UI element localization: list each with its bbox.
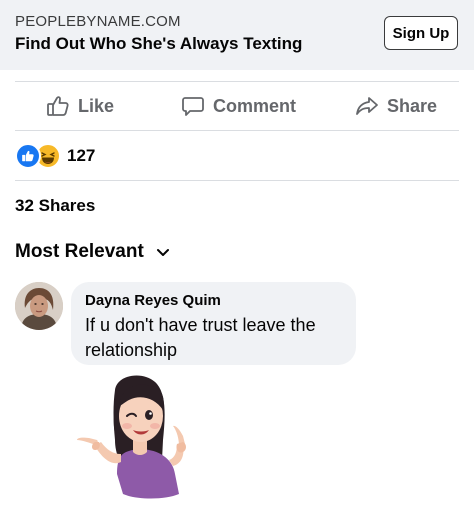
link-headline[interactable]: Find Out Who She's Always Texting [15, 34, 302, 54]
link-preview[interactable]: PEOPLEBYNAME.COM Find Out Who She's Alwa… [0, 0, 474, 70]
comment-sort-dropdown[interactable]: Most Relevant [15, 241, 170, 263]
like-reaction-icon [15, 143, 41, 169]
comment-bubble[interactable]: Dayna Reyes Quim If u don't have trust l… [71, 282, 356, 365]
comment-label: Comment [213, 95, 297, 116]
comment-text-line: If u don't have trust leave the [85, 315, 316, 335]
comment-text-line: relationship [85, 340, 178, 360]
thumbs-up-icon [47, 96, 69, 116]
comment-author[interactable]: Dayna Reyes Quim [85, 292, 342, 309]
post-action-bar: Like Comment Share [0, 82, 474, 130]
avatar[interactable] [15, 282, 63, 330]
comment-button[interactable]: Comment [181, 82, 296, 130]
divider [15, 180, 459, 181]
woman-pointing-sticker[interactable] [75, 370, 205, 502]
chevron-down-icon [156, 248, 169, 256]
comment-icon [182, 97, 204, 116]
share-label: Share [387, 95, 438, 116]
share-button[interactable]: Share [355, 82, 437, 130]
reactions-summary[interactable]: 127 [15, 143, 95, 169]
reaction-count: 127 [67, 146, 96, 165]
comment-text: If u don't have trust leave the relation… [85, 313, 342, 363]
shares-count[interactable]: 32 Shares [15, 196, 95, 216]
like-label: Like [78, 95, 115, 116]
link-domain: PEOPLEBYNAME.COM [15, 13, 181, 30]
share-arrow-icon [356, 97, 378, 115]
like-button[interactable]: Like [46, 82, 114, 130]
sort-label: Most Relevant [15, 241, 144, 262]
divider [15, 130, 459, 131]
sign-up-button[interactable]: Sign Up [384, 16, 458, 50]
